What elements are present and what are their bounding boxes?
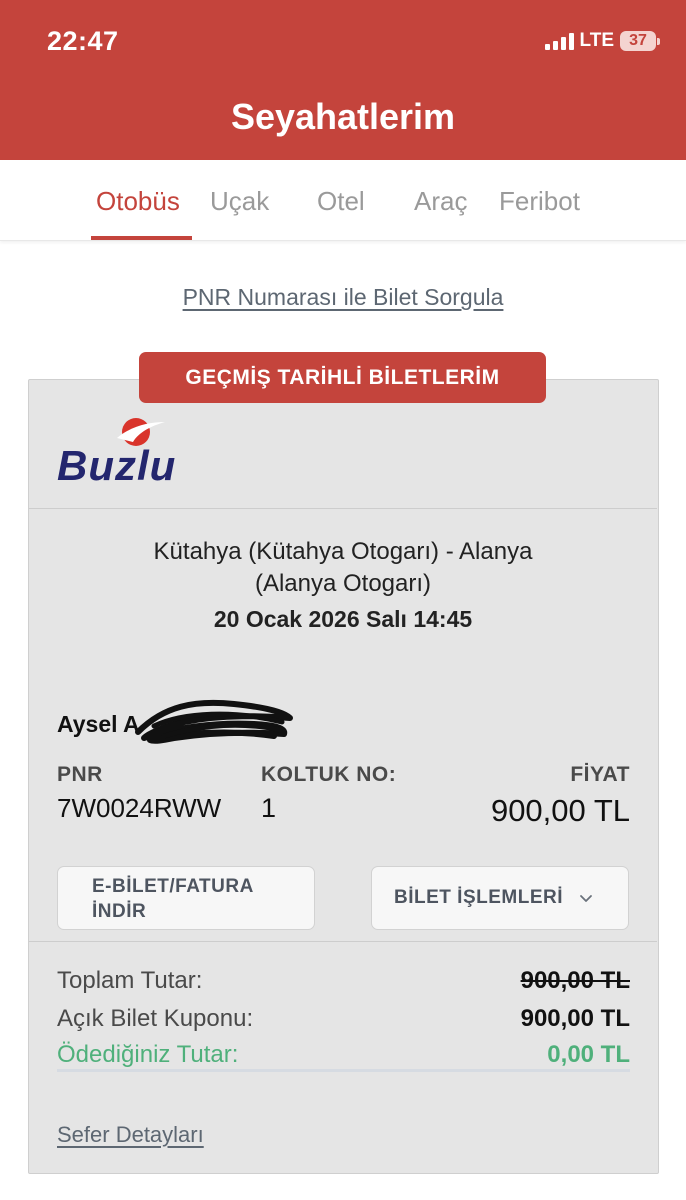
active-tab-indicator: [91, 236, 192, 240]
status-indicators: LTE 37: [544, 30, 660, 52]
page-title: Seyahatlerim: [230, 96, 456, 137]
status-time: 22:47: [47, 26, 119, 56]
download-ebilet-label-line1: E-BİLET/FATURA: [92, 876, 254, 897]
battery-level: 37: [629, 32, 647, 49]
tab-ucak[interactable]: Uçak: [210, 186, 269, 217]
tab-otobus[interactable]: Otobüs: [96, 186, 180, 217]
card-divider-bottom: [29, 941, 657, 942]
coupon-row: Açık Bilet Kuponu: 900,00 TL: [57, 1005, 630, 1033]
paid-amount-label: Ödediğiniz Tutar:: [57, 1041, 239, 1068]
category-tabs: Otobüs Uçak Otel Araç Feribot: [0, 160, 686, 241]
total-amount-value: 900,00 TL: [520, 967, 630, 994]
route-line-1: Kütahya (Kütahya Otogarı) - Alanya: [153, 538, 533, 565]
pnr-value: 7W0024RWW: [57, 793, 222, 823]
seat-label: KOLTUK NO:: [261, 763, 397, 786]
total-amount-label: Toplam Tutar:: [57, 967, 203, 994]
tab-feribot[interactable]: Feribot: [499, 186, 580, 217]
trip-date: 20 Ocak 2026 Salı 14:45: [213, 606, 473, 632]
route-line-2: (Alanya Otogarı): [254, 570, 432, 597]
paid-amount-row: Ödediğiniz Tutar: 0,00 TL: [57, 1041, 630, 1069]
ticket-actions-dropdown[interactable]: BİLET İŞLEMLERİ: [371, 866, 629, 930]
pnr-label: PNR: [57, 763, 103, 786]
chevron-down-icon: [580, 895, 592, 902]
paid-amount-value: 0,00 TL: [547, 1041, 630, 1068]
pnr-query-link[interactable]: PNR Numarası ile Bilet Sorgula: [0, 284, 686, 311]
app-header: 22:47 LTE 37 Seyahatlerim: [0, 0, 686, 160]
totals-underline: [57, 1069, 630, 1072]
tab-otel[interactable]: Otel: [317, 186, 365, 217]
download-ebilet-button[interactable]: E-BİLET/FATURA İNDİR: [57, 866, 315, 930]
network-type: LTE: [579, 30, 614, 51]
price-value: 900,00 TL: [490, 793, 630, 828]
route: Kütahya (Kütahya Otogarı) - Alanya (Alan…: [60, 536, 626, 600]
coupon-value: 900,00 TL: [520, 1005, 630, 1032]
total-amount-row: Toplam Tutar: 900,00 TL: [57, 967, 630, 995]
company-logo: Buzlu: [57, 416, 227, 489]
coupon-label: Açık Bilet Kuponu:: [57, 1005, 254, 1032]
company-name: Buzlu: [57, 442, 177, 489]
passenger-name: Aysel A: [57, 711, 140, 737]
redaction-scribble: [135, 699, 293, 744]
trip-details-link[interactable]: Sefer Detayları: [57, 1122, 204, 1148]
past-tickets-badge: GEÇMİŞ TARİHLİ BİLETLERİM: [139, 352, 546, 403]
ticket-actions-label: BİLET İŞLEMLERİ: [394, 887, 563, 908]
download-ebilet-label-line2: İNDİR: [92, 901, 147, 922]
card-divider-top: [29, 508, 657, 509]
tab-arac[interactable]: Araç: [414, 186, 467, 217]
battery-icon: 37: [620, 31, 660, 51]
price-label: FİYAT: [570, 763, 630, 786]
signal-icon: [544, 32, 574, 50]
seat-value: 1: [261, 793, 277, 823]
